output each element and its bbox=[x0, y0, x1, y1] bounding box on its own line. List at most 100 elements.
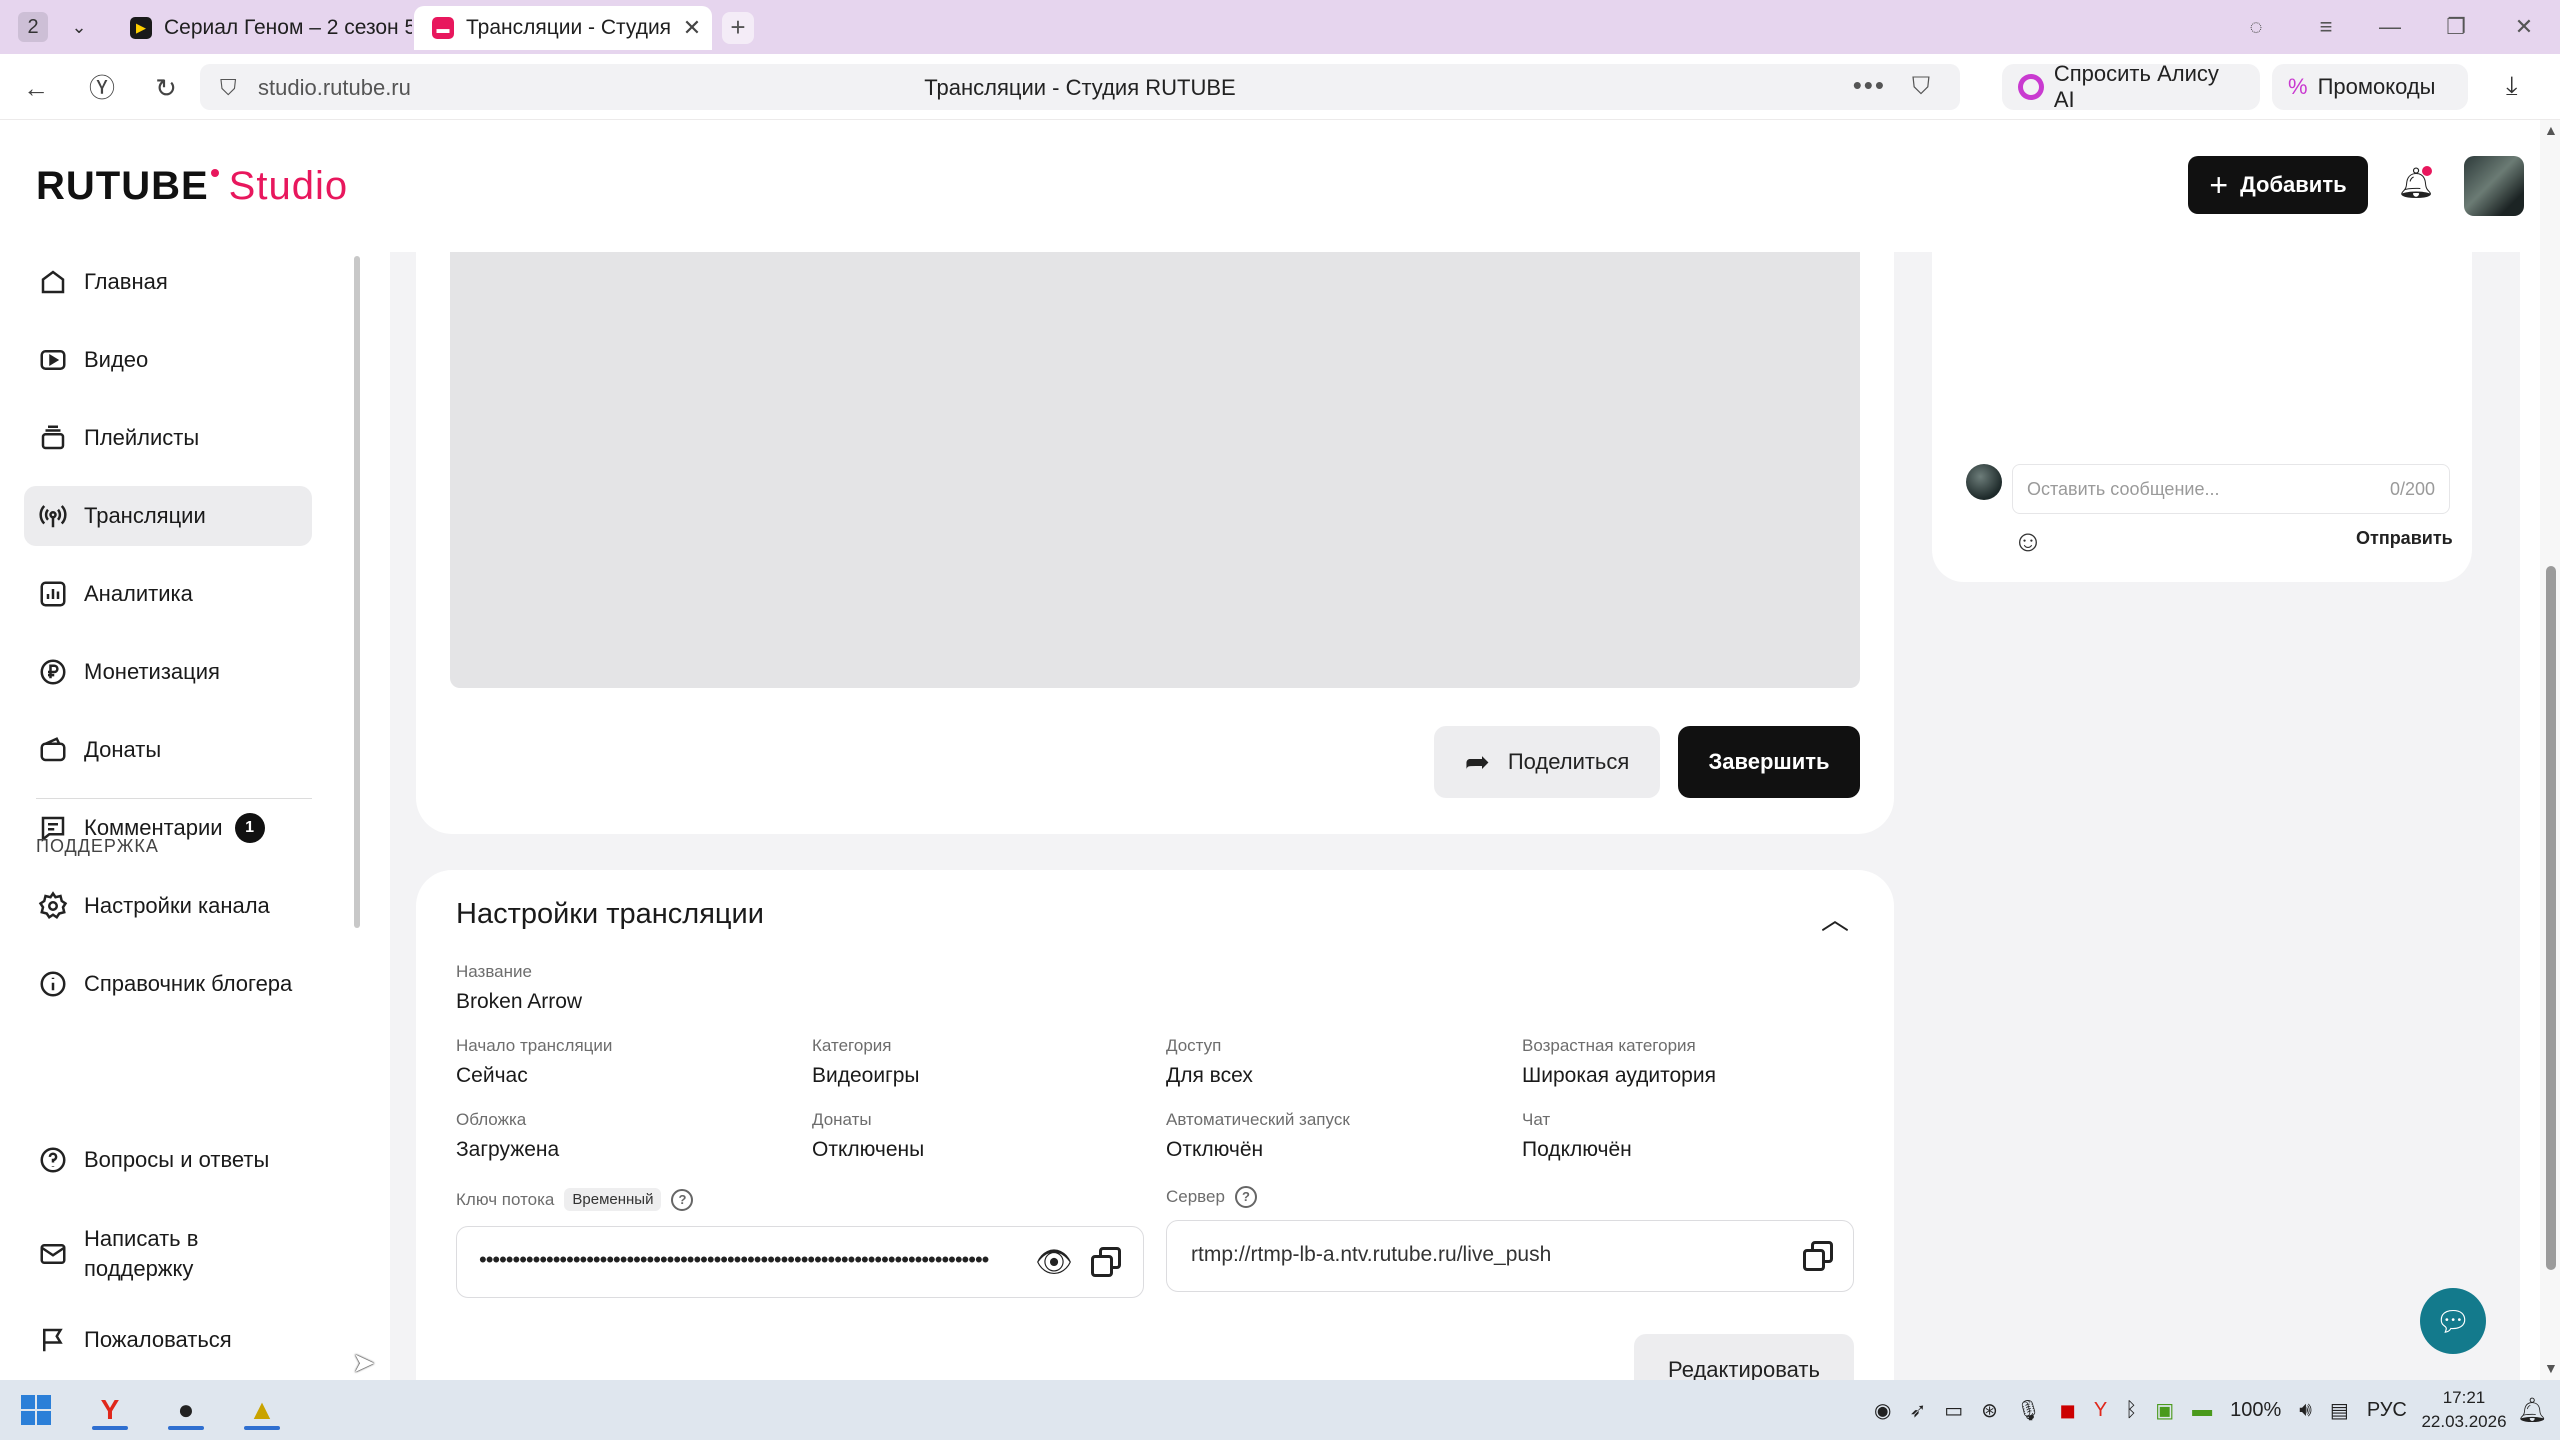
field-value: Загружена bbox=[456, 1138, 560, 1161]
browser-tab-genom[interactable]: ▶ Сериал Геном – 2 сезон 5 bbox=[112, 6, 412, 50]
rutube-studio-logo[interactable]: RUTUBE Studio bbox=[36, 164, 348, 209]
more-dots-icon[interactable]: ••• bbox=[1853, 70, 1886, 101]
page-scrollbar-thumb[interactable] bbox=[2546, 566, 2556, 1270]
tray-amd-icon[interactable]: ◼ bbox=[2059, 1398, 2076, 1423]
sidebar-item-label: Монетизация bbox=[84, 659, 220, 684]
tray-rocket-icon[interactable]: ➶ bbox=[1909, 1398, 1926, 1423]
sidebar-item-home[interactable]: Главная bbox=[24, 252, 312, 312]
profile-icon[interactable]: ◌ bbox=[2236, 10, 2276, 44]
playlist-icon bbox=[36, 421, 70, 455]
tray-monitor-icon[interactable]: ▭ bbox=[1944, 1398, 1963, 1423]
logo-main: RUTUBE bbox=[36, 164, 209, 208]
user-avatar[interactable] bbox=[2464, 156, 2524, 216]
sidebar-item-label: Видео bbox=[84, 347, 149, 372]
copy-server-icon[interactable] bbox=[1801, 1239, 1837, 1275]
download-icon[interactable]: ⤓ bbox=[2506, 70, 2518, 102]
add-label: Добавить bbox=[2240, 172, 2347, 197]
close-tab-icon[interactable]: ✕ bbox=[672, 15, 712, 41]
language-indicator[interactable]: РУС bbox=[2367, 1399, 2407, 1422]
emoji-icon[interactable]: ☺ bbox=[2010, 524, 2046, 560]
share-button[interactable]: ➦ Поделиться bbox=[1434, 726, 1660, 798]
server-field[interactable]: rtmp://rtmp-lb-a.ntv.rutube.ru/live_push bbox=[1166, 1220, 1854, 1292]
tray-yandex-icon[interactable]: Y bbox=[2094, 1399, 2107, 1422]
chat-message-input[interactable]: Оставить сообщение... 0/200 bbox=[2012, 464, 2450, 514]
notifications-bell-icon[interactable]: 🔔︎ bbox=[2396, 166, 2436, 206]
server-url: rtmp://rtmp-lb-a.ntv.rutube.ru/live_push bbox=[1191, 1243, 1552, 1266]
field-label: Начало трансляции bbox=[456, 1036, 613, 1055]
ask-alice-button[interactable]: Спросить Алису AI bbox=[2002, 61, 2260, 112]
sidebar-item-video[interactable]: Видео bbox=[24, 330, 312, 390]
yandex-browser-icon[interactable]: Y bbox=[86, 1388, 134, 1432]
network-icon[interactable]: ▤ bbox=[2330, 1398, 2349, 1423]
browser-tab-strip: 2 ⌄ ▶ Сериал Геном – 2 сезон 5 ▬ Трансля… bbox=[0, 0, 2560, 54]
stream-key-field[interactable]: ••••••••••••••••••••••••••••••••••••••••… bbox=[456, 1226, 1144, 1298]
minimize-icon[interactable]: — bbox=[2370, 10, 2410, 44]
browser-tab-studio[interactable]: ▬ Трансляции - Студия R ✕ bbox=[414, 6, 712, 50]
sidebar-item-report[interactable]: Пожаловаться bbox=[24, 1310, 312, 1370]
sidebar-item-channel-settings[interactable]: Настройки канала bbox=[24, 876, 312, 936]
sidebar-item-write-support[interactable]: Написать в поддержку bbox=[24, 1222, 312, 1286]
logo-sub: Studio bbox=[228, 164, 349, 208]
clock[interactable]: 17:21 22.03.2026 bbox=[2414, 1386, 2514, 1434]
bookmark-icon[interactable]: ⛉ bbox=[1912, 73, 1930, 101]
sidebar-item-playlists[interactable]: Плейлисты bbox=[24, 408, 312, 468]
sidebar-scrollbar[interactable] bbox=[354, 256, 360, 928]
speaker-icon[interactable]: 🔊︎ bbox=[2299, 1399, 2312, 1422]
clock-time: 17:21 bbox=[2442, 1388, 2486, 1407]
stream-key-masked: ••••••••••••••••••••••••••••••••••••••••… bbox=[479, 1247, 989, 1272]
tab-list-chevron-icon[interactable]: ⌄ bbox=[64, 12, 94, 42]
microphone-icon[interactable]: 🎙︎ bbox=[2016, 1398, 2041, 1423]
scroll-up-arrow-icon[interactable]: ▲ bbox=[2544, 122, 2558, 138]
server-label: Сервер bbox=[1166, 1187, 1225, 1206]
sidebar-item-broadcasts[interactable]: Трансляции bbox=[24, 486, 312, 546]
notification-bell-icon[interactable]: 🔔︎ bbox=[2508, 1388, 2556, 1432]
field-label: Донаты bbox=[812, 1110, 872, 1129]
notification-dot bbox=[2422, 166, 2432, 176]
sidebar-item-analytics[interactable]: Аналитика bbox=[24, 564, 312, 624]
copy-key-icon[interactable] bbox=[1089, 1245, 1125, 1281]
new-tab-button[interactable]: + bbox=[722, 12, 754, 44]
sidebar-item-blogger-guide[interactable]: Справочник блогера bbox=[24, 954, 312, 1014]
yandex-icon[interactable]: Ⓨ bbox=[84, 70, 120, 106]
question-icon[interactable]: ? bbox=[671, 1188, 694, 1211]
sidebar-item-donations[interactable]: Донаты bbox=[24, 720, 312, 780]
chat-send-button[interactable]: Отправить bbox=[2356, 528, 2453, 549]
sidebar-item-label: Донаты bbox=[84, 737, 162, 762]
url-field[interactable]: ⛉ studio.rutube.ru Трансляции - Студия R… bbox=[200, 64, 1960, 110]
add-button[interactable]: + Добавить bbox=[2188, 156, 2368, 214]
windows-taskbar: Y ● ▲ ◉ ➶ ▭ ⊛ 🎙︎ ◼ Y ᛒ ▣ ▬ 100% 🔊︎ ▤ РУС… bbox=[0, 1380, 2560, 1440]
windows-start-icon[interactable] bbox=[12, 1388, 60, 1432]
sidebar-item-monetization[interactable]: Монетизация bbox=[24, 642, 312, 702]
sidebar-item-label: Главная bbox=[84, 269, 168, 294]
chevron-up-icon[interactable]: ︿ bbox=[1818, 898, 1852, 935]
close-window-icon[interactable]: ✕ bbox=[2504, 10, 2544, 44]
steam-icon[interactable]: ⊛ bbox=[1981, 1398, 1998, 1423]
back-arrow-icon[interactable]: ← bbox=[18, 70, 54, 106]
clock-date: 22.03.2026 bbox=[2421, 1412, 2507, 1431]
reload-icon[interactable]: ↻ bbox=[148, 70, 184, 106]
bluetooth-icon[interactable]: ᛒ bbox=[2125, 1399, 2137, 1422]
ruble-icon bbox=[36, 655, 70, 689]
support-chat-icon[interactable]: 💬︎ bbox=[2420, 1288, 2486, 1354]
field-label: Чат bbox=[1522, 1110, 1551, 1129]
restore-icon[interactable]: ❐ bbox=[2436, 10, 2476, 44]
field-start: Начало трансляции Сейчас bbox=[456, 1036, 612, 1088]
tab-count-button[interactable]: 2 bbox=[18, 12, 48, 42]
promo-button[interactable]: % Промокоды bbox=[2272, 64, 2468, 110]
finish-stream-button[interactable]: Завершить bbox=[1678, 726, 1860, 798]
menu-icon[interactable]: ≡ bbox=[2306, 10, 2346, 44]
scroll-down-arrow-icon[interactable]: ▼ bbox=[2544, 1360, 2558, 1376]
field-cover: Обложка Загружена bbox=[456, 1110, 559, 1162]
video-preview[interactable] bbox=[450, 252, 1860, 688]
stream-settings-card bbox=[416, 870, 1894, 1390]
app-triangle-icon[interactable]: ▲ bbox=[238, 1388, 286, 1432]
nvidia-icon[interactable]: ▣ bbox=[2155, 1398, 2174, 1423]
battery-icon[interactable]: ▬ bbox=[2192, 1399, 2212, 1422]
info-icon bbox=[36, 967, 70, 1001]
tray-app-icon[interactable]: ◉ bbox=[1874, 1398, 1891, 1423]
system-tray: ◉ ➶ ▭ ⊛ 🎙︎ ◼ Y ᛒ ▣ ▬ 100% 🔊︎ ▤ РУС bbox=[1874, 1380, 2425, 1440]
sidebar-item-faq[interactable]: Вопросы и ответы bbox=[24, 1130, 312, 1190]
app-circle-icon[interactable]: ● bbox=[162, 1388, 210, 1432]
question-icon[interactable]: ? bbox=[1234, 1186, 1257, 1208]
eye-icon[interactable]: 👁︎ bbox=[1035, 1245, 1073, 1281]
